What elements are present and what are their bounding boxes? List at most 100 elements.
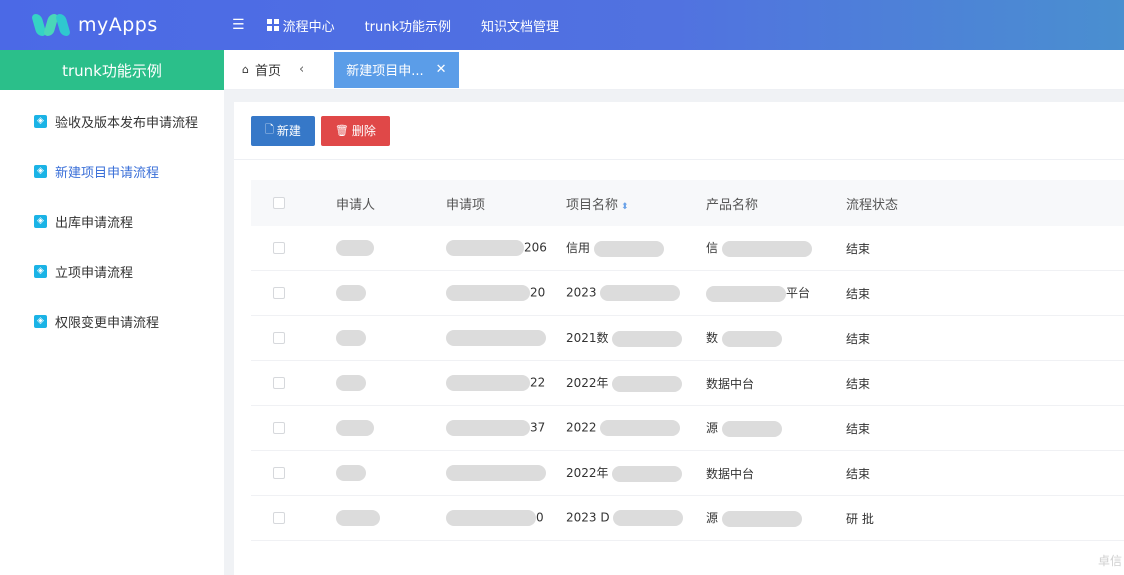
delete-button[interactable]: 🗑 删除: [320, 115, 390, 146]
redacted-value: [721, 240, 812, 257]
redacted-value: [721, 510, 802, 527]
new-button-label: 新建: [276, 124, 301, 138]
table-row[interactable]: 0 2023 D 源 研 批: [251, 496, 1124, 541]
tab-new-project[interactable]: 新建项目申... ✕: [334, 51, 459, 88]
table-row[interactable]: 37 2022 源 结束: [251, 406, 1124, 451]
redacted-value: [612, 375, 683, 392]
sidebar: trunk功能示例 ◈ 验收及版本发布申请流程 ◈ 新建项目申请流程 ◈ 出库申…: [0, 50, 224, 575]
sidebar-item-permission-change[interactable]: ◈ 权限变更申请流程: [0, 296, 224, 346]
row-checkbox[interactable]: [273, 377, 285, 389]
redacted-value: [721, 420, 782, 437]
table-row[interactable]: 2021数 数 结束: [251, 316, 1124, 361]
row-checkbox[interactable]: [273, 422, 285, 434]
table-row[interactable]: 22 2022年 数据中台 结束: [251, 361, 1124, 406]
redacted-value: [336, 510, 380, 526]
toolbar: 🗋 新建 🗑 删除: [234, 102, 1124, 160]
sidebar-item-label: 验收及版本发布申请流程: [55, 115, 199, 131]
sidebar-item-label: 新建项目申请流程: [55, 165, 160, 181]
status-text: 结束: [846, 286, 871, 301]
redacted-value: [336, 285, 366, 301]
product-name: 源: [706, 511, 719, 526]
column-header-item[interactable]: 申请项: [446, 194, 566, 213]
redacted-value: [600, 420, 681, 436]
row-checkbox[interactable]: [273, 512, 285, 524]
row-checkbox[interactable]: [273, 332, 285, 344]
project-name: 信用: [566, 241, 591, 256]
tab-label: 新建项目申...: [346, 64, 424, 79]
topnav-item-process-center[interactable]: 流程中心: [266, 16, 335, 35]
cube-icon: ◈: [34, 264, 47, 278]
table-row[interactable]: 206 信用 信 结束: [251, 226, 1124, 271]
row-checkbox[interactable]: [273, 287, 285, 299]
delete-button-label: 删除: [351, 124, 376, 138]
sidebar-item-outbound[interactable]: ◈ 出库申请流程: [0, 196, 224, 246]
watermark-text: 卓信: [1097, 554, 1122, 568]
new-button[interactable]: 🗋 新建: [251, 115, 315, 146]
app-name: myApps: [78, 14, 158, 36]
logo-mark-icon: [30, 14, 72, 36]
redacted-value: [336, 240, 374, 256]
redacted-value: [446, 420, 530, 436]
table-row[interactable]: 2022年 数据中台 结束: [251, 451, 1124, 496]
status-text: 结束: [846, 331, 871, 346]
table-header: 申请人 申请项 项目名称 ⬍ 产品名称 流程状态: [251, 180, 1124, 226]
topnav-label: trunk功能示例: [364, 19, 452, 35]
redacted-value: [446, 330, 546, 346]
product-name: 数据中台: [706, 466, 755, 481]
topnav-item-knowledge-docs[interactable]: 知识文档管理: [481, 16, 559, 35]
redacted-value: [336, 330, 366, 346]
row-checkbox[interactable]: [273, 242, 285, 254]
column-header-project-name[interactable]: 项目名称 ⬍: [566, 194, 706, 213]
topnav-item-trunk-demo[interactable]: trunk功能示例: [365, 16, 451, 35]
redacted-value: [446, 240, 524, 256]
redacted-value: [446, 465, 546, 481]
item-number: 206: [524, 240, 547, 255]
topnav-label: 流程中心: [282, 19, 335, 35]
sidebar-item-new-project[interactable]: ◈ 新建项目申请流程: [0, 146, 224, 196]
tabs-bar: ⌂ 首页 ‹ 新建项目申... ✕: [224, 50, 1124, 90]
redacted-value: [721, 330, 782, 347]
data-table: 申请人 申请项 项目名称 ⬍ 产品名称 流程状态 206 信用 信 结束 20 2…: [251, 180, 1124, 541]
file-icon: 🗋: [265, 123, 274, 136]
close-icon[interactable]: ✕: [436, 62, 447, 77]
sort-icon[interactable]: ⬍: [621, 202, 629, 212]
sidebar-item-project-setup[interactable]: ◈ 立项申请流程: [0, 246, 224, 296]
grid-icon: [266, 19, 279, 31]
cube-icon: ◈: [34, 214, 47, 228]
table-row[interactable]: 20 2023 平台 结束: [251, 271, 1124, 316]
product-name: 平台: [786, 286, 811, 301]
select-all-checkbox[interactable]: [273, 197, 285, 209]
top-nav: 流程中心 trunk功能示例 知识文档管理: [266, 16, 589, 35]
project-name: 2021数: [566, 331, 609, 346]
redacted-value: [336, 420, 374, 436]
column-header-product-name[interactable]: 产品名称: [706, 194, 846, 213]
project-name: 2022年: [566, 376, 609, 391]
project-name: 2022: [566, 420, 597, 435]
column-header-label: 项目名称: [566, 197, 619, 213]
redacted-value: [336, 375, 366, 391]
column-header-status[interactable]: 流程状态: [846, 194, 966, 213]
sidebar-item-acceptance-release[interactable]: ◈ 验收及版本发布申请流程: [0, 96, 224, 146]
status-text: 结束: [846, 376, 871, 391]
redacted-value: [706, 285, 786, 302]
sidebar-item-label: 权限变更申请流程: [55, 315, 160, 331]
chevron-left-icon[interactable]: ‹: [299, 62, 304, 77]
product-name: 数: [706, 331, 719, 346]
column-header-applicant[interactable]: 申请人: [336, 194, 446, 213]
home-icon: ⌂: [242, 63, 249, 76]
menu-toggle-icon[interactable]: ☰: [232, 17, 245, 33]
sidebar-title: trunk功能示例: [0, 50, 224, 90]
app-logo[interactable]: myApps: [0, 14, 210, 36]
tab-home-label: 首页: [254, 64, 281, 79]
redacted-value: [600, 285, 681, 301]
cube-icon: ◈: [34, 314, 47, 328]
project-name: 2023 D: [566, 510, 610, 525]
tab-home[interactable]: ⌂ 首页: [224, 60, 281, 79]
item-number: 37: [530, 420, 546, 435]
redacted-value: [593, 240, 664, 257]
row-checkbox[interactable]: [273, 467, 285, 479]
project-name: 2022年: [566, 466, 609, 481]
project-name: 2023: [566, 285, 597, 300]
status-text: 结束: [846, 466, 871, 481]
redacted-value: [446, 510, 536, 526]
